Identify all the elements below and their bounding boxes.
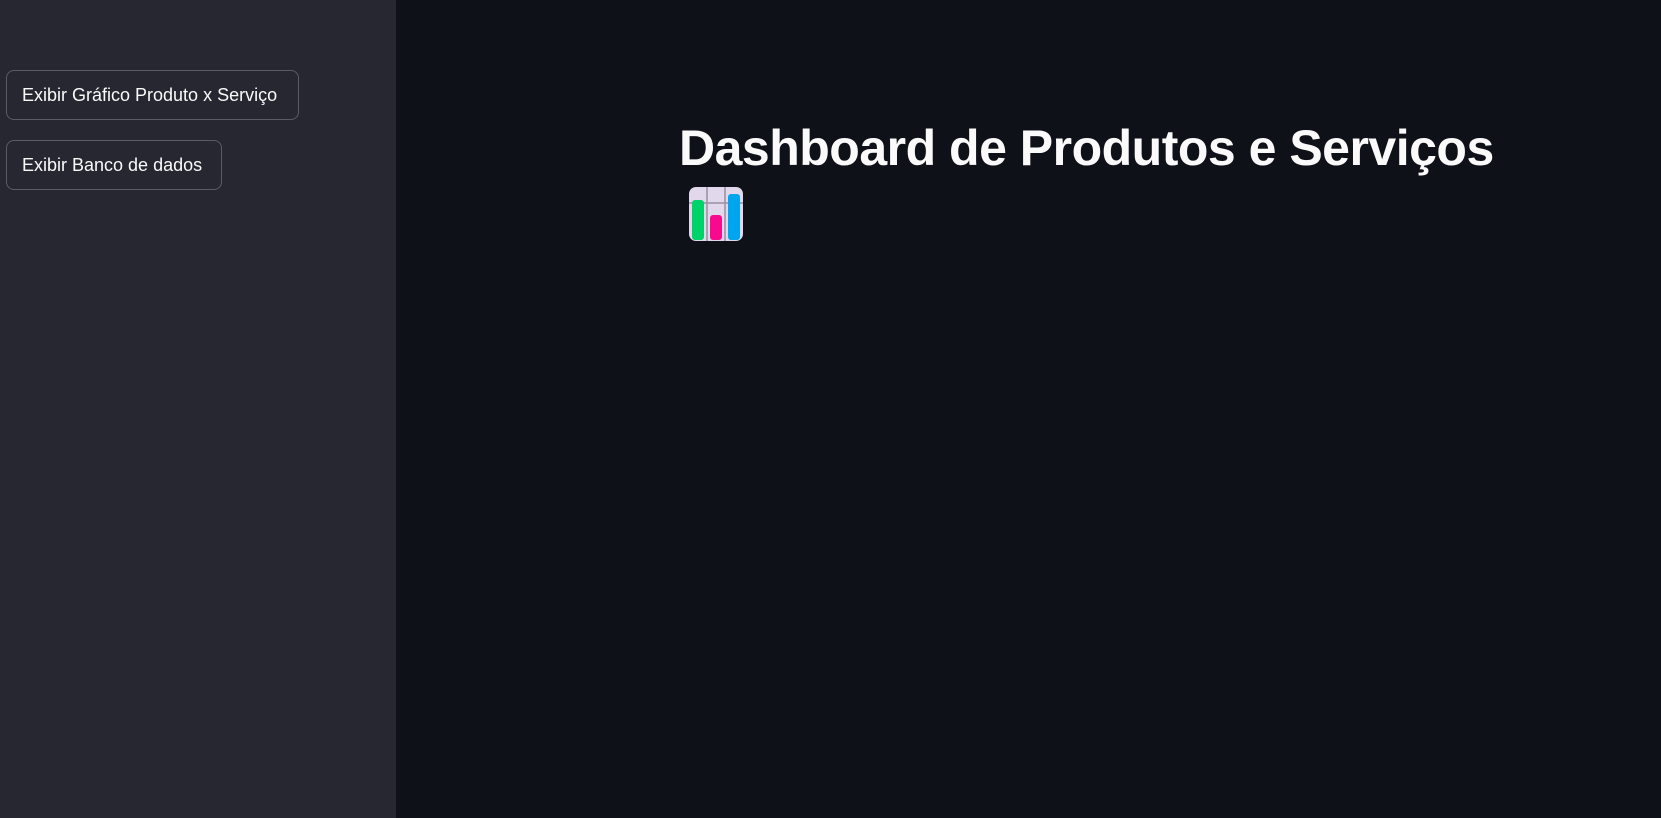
app-root: Exibir Gráfico Produto x Serviço Exibir … xyxy=(0,0,1661,818)
bar-chart-emoji-icon xyxy=(689,187,743,241)
sidebar: Exibir Gráfico Produto x Serviço Exibir … xyxy=(0,0,396,818)
page-title: Dashboard de Produtos e Serviços xyxy=(679,120,1494,176)
main-content: Dashboard de Produtos e Serviços xyxy=(396,0,1661,818)
show-database-button[interactable]: Exibir Banco de dados xyxy=(6,140,222,190)
show-product-service-chart-button[interactable]: Exibir Gráfico Produto x Serviço xyxy=(6,70,299,120)
